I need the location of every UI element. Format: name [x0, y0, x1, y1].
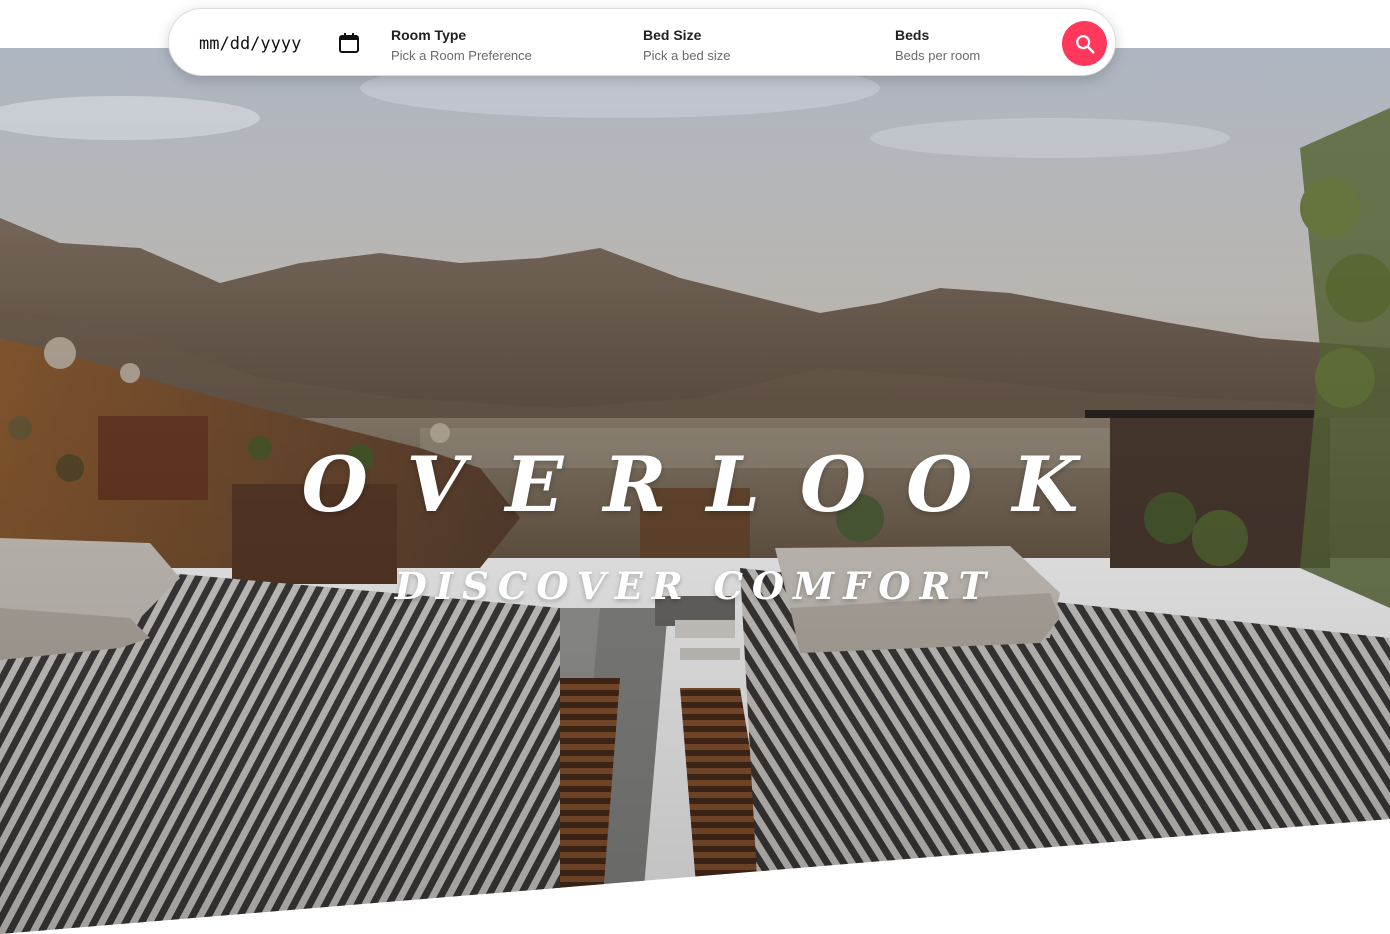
page: mm/dd/yyyy Room Type Pick a Room Prefere… [0, 0, 1390, 934]
beds-hint: Beds per room [895, 48, 981, 63]
search-icon [1075, 34, 1094, 53]
hero-section: OVERLOOK DISCOVER COMFORT [0, 48, 1390, 934]
hero-title: OVERLOOK [301, 440, 1119, 529]
hero-subtitle: DISCOVER COMFORT [394, 564, 996, 608]
date-input-text[interactable]: mm/dd/yyyy [199, 34, 309, 54]
bed-size-label: Bed Size [643, 27, 702, 43]
room-type-selector[interactable]: Room Type Pick a Room Preference [391, 26, 611, 65]
calendar-icon[interactable] [337, 31, 361, 55]
search-bar: mm/dd/yyyy Room Type Pick a Room Prefere… [168, 8, 1116, 76]
room-type-hint: Pick a Room Preference [391, 48, 532, 63]
room-type-label: Room Type [391, 27, 467, 43]
bed-size-selector[interactable]: Bed Size Pick a bed size [643, 26, 863, 65]
beds-selector[interactable]: Beds Beds per room [895, 26, 1045, 65]
bed-size-hint: Pick a bed size [643, 48, 731, 63]
date-input[interactable]: mm/dd/yyyy [199, 31, 359, 57]
beds-label: Beds [895, 27, 930, 43]
search-button[interactable] [1062, 21, 1107, 66]
